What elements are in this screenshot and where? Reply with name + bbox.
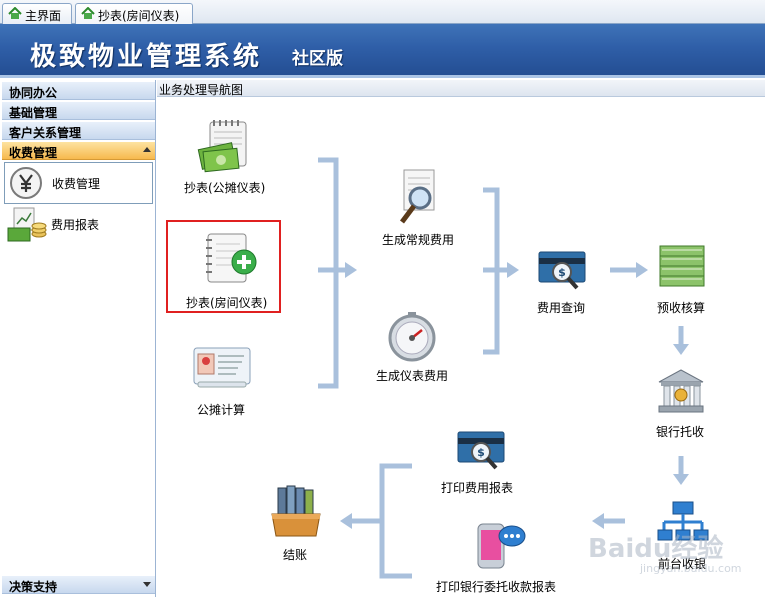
node-share-calc[interactable]: [192, 344, 252, 392]
binders-tray-icon: [271, 485, 321, 537]
node-print-fee-report[interactable]: $: [456, 428, 506, 472]
node-checkout[interactable]: [268, 484, 324, 540]
node-prepay-check[interactable]: [656, 244, 708, 292]
document-search-icon: [400, 169, 435, 224]
node-gen-regular[interactable]: [396, 168, 442, 226]
node-prepay-check-label: 预收核算: [657, 301, 706, 315]
bank-building-icon: [658, 369, 704, 413]
id-card-icon: [193, 347, 251, 388]
node-gen-meter[interactable]: [386, 310, 438, 362]
svg-text:$: $: [558, 266, 566, 279]
mobile-message-icon: [477, 523, 526, 569]
node-meter-shared-label: 抄表(公摊仪表): [184, 181, 266, 195]
meter-notebook-money-icon: [197, 120, 247, 173]
notebook-add-icon: [206, 233, 257, 283]
node-bank-entrust[interactable]: [655, 368, 707, 416]
dollar-search-icon: $: [457, 431, 505, 470]
node-share-calc-label: 公摊计算: [197, 403, 246, 417]
svg-text:$: $: [477, 446, 485, 459]
node-meter-room[interactable]: [200, 230, 258, 288]
node-meter-room-label: 抄表(房间仪表): [186, 296, 268, 310]
node-print-fee-report-label: 打印费用报表: [441, 481, 514, 495]
node-gen-regular-label: 生成常规费用: [382, 233, 455, 247]
watermark-brand: Baidu经验: [588, 534, 724, 564]
node-bank-entrust-label: 银行托收: [656, 425, 705, 439]
node-checkout-label: 结账: [283, 548, 308, 562]
node-print-bank-report-label: 打印银行委托收款报表: [436, 580, 557, 594]
node-gen-meter-label: 生成仪表费用: [376, 369, 449, 383]
node-meter-shared[interactable]: [196, 118, 254, 176]
node-print-bank-report[interactable]: [470, 518, 526, 570]
dollar-search-icon: $: [538, 251, 586, 290]
gauge-icon: [388, 312, 436, 362]
cash-stack-icon: [659, 245, 705, 287]
node-fee-query-label: 费用查询: [537, 301, 586, 315]
watermark-url: jingyan.baidu.com: [640, 562, 742, 575]
node-fee-query[interactable]: $: [537, 248, 587, 292]
flow-connectors: [318, 157, 689, 579]
